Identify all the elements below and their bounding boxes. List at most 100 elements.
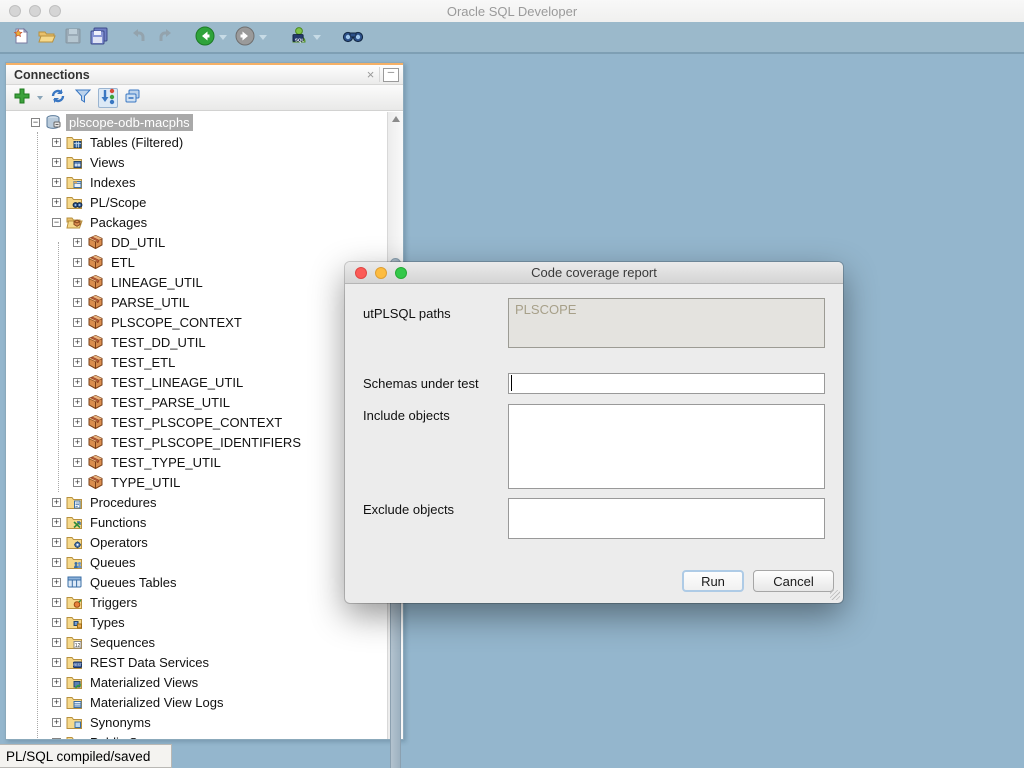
expander-icon[interactable]: + (73, 478, 82, 487)
folder-tables-icon (66, 134, 83, 150)
expander-icon[interactable]: − (52, 218, 61, 227)
tree-item-indexes[interactable]: + Indexes (6, 172, 387, 192)
expander-icon[interactable]: + (52, 518, 61, 527)
refresh-button[interactable] (48, 88, 68, 108)
tree-item-lineage-util[interactable]: + LINEAGE_UTIL (6, 272, 387, 292)
tree-item-test-etl[interactable]: + TEST_ETL (6, 352, 387, 372)
dialog-titlebar[interactable]: Code coverage report (345, 262, 843, 284)
chevron-down-icon[interactable] (219, 35, 227, 40)
expander-icon[interactable]: + (73, 338, 82, 347)
tree-item-packages[interactable]: − Packages (6, 212, 387, 232)
expander-icon[interactable]: − (31, 118, 40, 127)
tree-item-procedures[interactable]: + Procedures (6, 492, 387, 512)
exclude-objects-field[interactable] (508, 498, 825, 539)
connections-panel-header[interactable]: Connections × ─ (6, 63, 403, 85)
include-objects-field[interactable] (508, 404, 825, 489)
tree-item-tables-filtered[interactable]: + Tables (Filtered) (6, 132, 387, 152)
chevron-down-icon[interactable] (37, 96, 43, 100)
tree-item-test-lineage-util[interactable]: + TEST_LINEAGE_UTIL (6, 372, 387, 392)
tree-item-rest-data-services[interactable]: + REST REST Data Services (6, 652, 387, 672)
chevron-down-icon[interactable] (313, 35, 321, 40)
tree-item-public-synonyms[interactable]: + Public Synonyms (6, 732, 387, 739)
tree-item-views[interactable]: + Views (6, 152, 387, 172)
expander-icon[interactable]: + (52, 638, 61, 647)
expander-icon[interactable]: + (73, 398, 82, 407)
expander-icon[interactable]: + (52, 198, 61, 207)
tree-item-label: Indexes (87, 174, 139, 191)
tree-item-synonyms[interactable]: + Synonyms (6, 712, 387, 732)
expander-icon[interactable]: + (73, 438, 82, 447)
tree-item-functions[interactable]: + Functions (6, 512, 387, 532)
expander-icon[interactable]: + (73, 358, 82, 367)
expander-icon[interactable]: + (73, 238, 82, 247)
tree-item-type-util[interactable]: + TYPE_UTIL (6, 472, 387, 492)
find-button[interactable] (342, 26, 364, 48)
expander-icon[interactable]: + (73, 278, 82, 287)
tree-item-queues-tables[interactable]: + Queues Tables (6, 572, 387, 592)
sql-worksheet-button[interactable]: SQL (288, 26, 310, 48)
expander-icon[interactable]: + (52, 678, 61, 687)
tree-item-operators[interactable]: + Operators (6, 532, 387, 552)
expander-icon[interactable]: + (73, 378, 82, 387)
expander-icon[interactable]: + (73, 458, 82, 467)
close-panel-icon[interactable]: × (362, 67, 380, 82)
tree-item-dd-util[interactable]: + DD_UTIL (6, 232, 387, 252)
tree-item-materialized-view-logs[interactable]: + Materialized View Logs (6, 692, 387, 712)
tree-item-pl-scope[interactable]: + PL/Scope (6, 192, 387, 212)
connections-panel-title: Connections (14, 68, 362, 82)
expander-icon[interactable]: + (52, 718, 61, 727)
tree-item-test-type-util[interactable]: + TEST_TYPE_UTIL (6, 452, 387, 472)
tree-item-test-parse-util[interactable]: + TEST_PARSE_UTIL (6, 392, 387, 412)
filter-button[interactable] (73, 88, 93, 108)
expander-icon[interactable]: + (73, 418, 82, 427)
tree-item-plscope-odb-macphs[interactable]: − plscope-odb-macphs (6, 112, 387, 132)
sort-button[interactable] (98, 88, 118, 108)
folder-indexes-icon (66, 174, 83, 190)
tree-item-test-plscope-identifiers[interactable]: + TEST_PLSCOPE_IDENTIFIERS (6, 432, 387, 452)
cancel-button[interactable]: Cancel (753, 570, 834, 592)
tree-item-test-dd-util[interactable]: + TEST_DD_UTIL (6, 332, 387, 352)
expander-icon[interactable]: + (52, 658, 61, 667)
collapse-all-icon (124, 87, 142, 108)
expander-icon[interactable]: + (73, 298, 82, 307)
folder-operators-icon (66, 534, 83, 550)
tree-item-plscope-context[interactable]: + PLSCOPE_CONTEXT (6, 312, 387, 332)
expander-icon[interactable]: + (52, 618, 61, 627)
tree-item-label: Materialized View Logs (87, 694, 226, 711)
tree-item-materialized-views[interactable]: + Materialized Views (6, 672, 387, 692)
tree-item-types[interactable]: + T Types (6, 612, 387, 632)
expander-icon[interactable]: + (52, 178, 61, 187)
expander-icon[interactable]: + (52, 558, 61, 567)
scroll-up-icon[interactable] (392, 116, 400, 122)
tree-item-parse-util[interactable]: + PARSE_UTIL (6, 292, 387, 312)
expander-icon[interactable]: + (52, 698, 61, 707)
expander-icon[interactable]: + (52, 498, 61, 507)
schemas-under-test-input[interactable] (508, 373, 825, 394)
expander-icon[interactable]: + (52, 598, 61, 607)
tree-item-sequences[interactable]: + 12 Sequences (6, 632, 387, 652)
expander-icon[interactable]: + (52, 538, 61, 547)
folder-mvlogs-icon (66, 694, 83, 710)
run-button[interactable]: Run (682, 570, 744, 592)
new-file-button[interactable] (10, 26, 32, 48)
expander-icon[interactable]: + (73, 258, 82, 267)
expander-icon[interactable]: + (52, 158, 61, 167)
back-button[interactable] (194, 26, 216, 48)
resize-grip-icon[interactable] (830, 590, 840, 600)
expander-icon[interactable]: + (52, 738, 61, 740)
expander-icon[interactable]: + (52, 138, 61, 147)
tree-item-etl[interactable]: + ETL (6, 252, 387, 272)
add-connection-button[interactable] (12, 88, 32, 108)
chevron-down-icon[interactable] (259, 35, 267, 40)
expander-icon[interactable]: + (52, 578, 61, 587)
forward-button[interactable] (234, 26, 256, 48)
minimize-panel-icon[interactable]: ─ (383, 68, 399, 82)
collapse-all-button[interactable] (123, 88, 143, 108)
expander-icon[interactable]: + (73, 318, 82, 327)
tree-item-queues[interactable]: + Queues (6, 552, 387, 572)
save-all-button[interactable] (88, 26, 110, 48)
open-folder-button[interactable] (36, 26, 58, 48)
tree-item-triggers[interactable]: + Triggers (6, 592, 387, 612)
undo-button (128, 26, 150, 48)
tree-item-test-plscope-context[interactable]: + TEST_PLSCOPE_CONTEXT (6, 412, 387, 432)
